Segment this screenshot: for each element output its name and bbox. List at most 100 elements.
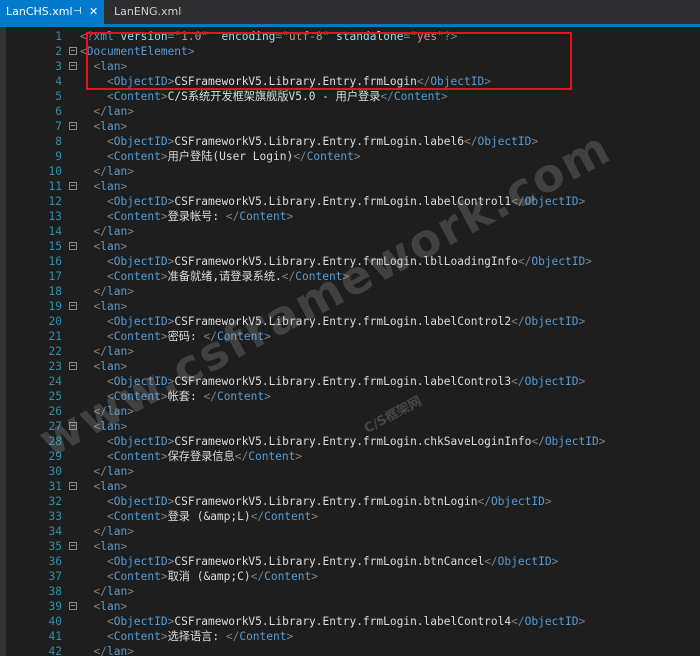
code-line[interactable]: 41 <Content>选择语言: </Content> — [0, 629, 700, 644]
code-line[interactable]: 13 <Content>登录帐号: </Content> — [0, 209, 700, 224]
collapse-icon[interactable]: − — [69, 62, 77, 70]
code-token: > — [353, 150, 361, 163]
line-number: 41 — [48, 630, 62, 643]
code-line[interactable]: 33 <Content>登录 (&amp;L)</Content> — [0, 509, 700, 524]
code-line[interactable]: 29 <Content>保存登录信息</Content> — [0, 449, 700, 464]
code-line[interactable]: 30 </lan> — [0, 464, 700, 479]
tab-label: LanCHS.xml — [6, 5, 73, 18]
collapse-icon[interactable]: − — [69, 122, 77, 130]
line-number: 11 — [48, 180, 62, 193]
tab-lanchs[interactable]: LanCHS.xml ⊣ ✕ — [0, 0, 104, 24]
code-line[interactable]: 21 <Content>密码: </Content> — [0, 329, 700, 344]
code-token: </ — [225, 210, 240, 223]
code-token: > — [578, 195, 586, 208]
code-token: Content — [113, 450, 161, 463]
code-text: <ObjectID>CSFrameworkV5.Library.Entry.fr… — [80, 554, 558, 569]
code-line[interactable]: 36 <ObjectID>CSFrameworkV5.Library.Entry… — [0, 554, 700, 569]
code-token: lan — [100, 480, 121, 493]
code-token: ObjectID — [113, 315, 168, 328]
code-token: CSFrameworkV5.Library.Entry.frmLogin.lab… — [174, 135, 464, 148]
code-text: <lan> — [80, 539, 127, 554]
code-token: < — [106, 555, 114, 568]
code-line[interactable]: 39− <lan> — [0, 599, 700, 614]
line-number: 13 — [48, 210, 62, 223]
code-token: > — [160, 330, 168, 343]
code-line[interactable]: 5 <Content>C/S系统开发框架旗舰版V5.0 - 用户登录</Cont… — [0, 89, 700, 104]
code-token: </ — [93, 645, 107, 656]
collapse-icon[interactable]: − — [69, 182, 77, 190]
line-number: 21 — [48, 330, 62, 343]
code-token: C/S系统开发框架旗舰版V5.0 - 用户登录 — [167, 90, 381, 103]
code-token: > — [120, 300, 128, 313]
code-text: <ObjectID>CSFrameworkV5.Library.Entry.fr… — [80, 434, 606, 449]
code-token: </ — [531, 435, 545, 448]
code-line[interactable]: 14 </lan> — [0, 224, 700, 239]
line-number: 22 — [48, 345, 62, 358]
code-line[interactable]: 6 </lan> — [0, 104, 700, 119]
line-number: 42 — [48, 645, 62, 656]
code-token: > — [127, 645, 134, 656]
code-line[interactable]: 22 </lan> — [0, 344, 700, 359]
code-line[interactable]: 35− <lan> — [0, 539, 700, 554]
line-number: 6 — [55, 105, 62, 118]
code-line[interactable]: 34 </lan> — [0, 524, 700, 539]
code-token: > — [120, 480, 128, 493]
collapse-icon[interactable]: − — [69, 242, 77, 250]
pin-icon[interactable]: ⊣ — [73, 0, 82, 24]
code-token: > — [311, 510, 318, 523]
code-line[interactable]: 37 <Content>取消 (&amp;C)</Content> — [0, 569, 700, 584]
line-number: 37 — [48, 570, 62, 583]
line-number: 38 — [48, 585, 62, 598]
code-token: </ — [93, 165, 107, 178]
code-text: </lan> — [80, 584, 133, 599]
collapse-icon[interactable]: − — [69, 602, 77, 610]
code-line[interactable]: 40 <ObjectID>CSFrameworkV5.Library.Entry… — [0, 614, 700, 629]
code-token: > — [551, 555, 559, 568]
code-token: Content — [264, 510, 312, 523]
code-token: </ — [93, 105, 107, 118]
line-number: 18 — [48, 285, 62, 298]
code-text: <lan> — [80, 299, 127, 314]
code-token: lan — [100, 360, 121, 373]
code-line[interactable]: 31− <lan> — [0, 479, 700, 494]
code-token: > — [160, 570, 168, 583]
code-token: ObjectID — [524, 615, 579, 628]
code-token: lan — [106, 465, 128, 478]
collapse-icon[interactable]: − — [69, 362, 77, 370]
code-line[interactable]: 23− <lan> — [0, 359, 700, 374]
line-number: 14 — [48, 225, 62, 238]
code-token: > — [160, 510, 168, 523]
code-token: > — [441, 90, 448, 103]
collapse-icon[interactable]: − — [69, 482, 77, 490]
code-token: CSFrameworkV5.Library.Entry.frmLogin.btn… — [174, 555, 485, 568]
code-token: ObjectID — [531, 255, 586, 268]
code-line[interactable]: 11− <lan> — [0, 179, 700, 194]
code-line[interactable]: 20 <ObjectID>CSFrameworkV5.Library.Entry… — [0, 314, 700, 329]
code-token: ObjectID — [113, 255, 168, 268]
code-token: > — [120, 240, 128, 253]
code-token: > — [127, 345, 134, 358]
code-token: > — [286, 210, 294, 223]
code-line[interactable]: 42 </lan> — [0, 644, 700, 656]
code-token: < — [106, 450, 114, 463]
collapse-icon[interactable]: − — [69, 542, 77, 550]
code-token: > — [160, 450, 168, 463]
collapse-icon[interactable]: − — [69, 302, 77, 310]
code-line[interactable]: 38 </lan> — [0, 584, 700, 599]
code-text: <Content>取消 (&amp;C)</Content> — [80, 569, 318, 584]
code-token: lan — [106, 105, 128, 118]
code-token: Content — [239, 210, 287, 223]
line-number: 2 — [55, 45, 62, 58]
close-icon[interactable]: ✕ — [89, 0, 98, 24]
code-token: < — [106, 135, 114, 148]
code-token: </ — [250, 510, 265, 523]
line-number: 33 — [48, 510, 62, 523]
tab-laneng[interactable]: LanENG.xml — [108, 0, 181, 24]
code-line[interactable]: 32 <ObjectID>CSFrameworkV5.Library.Entry… — [0, 494, 700, 509]
code-line[interactable]: 12 <ObjectID>CSFrameworkV5.Library.Entry… — [0, 194, 700, 209]
collapse-icon[interactable]: − — [69, 47, 77, 55]
